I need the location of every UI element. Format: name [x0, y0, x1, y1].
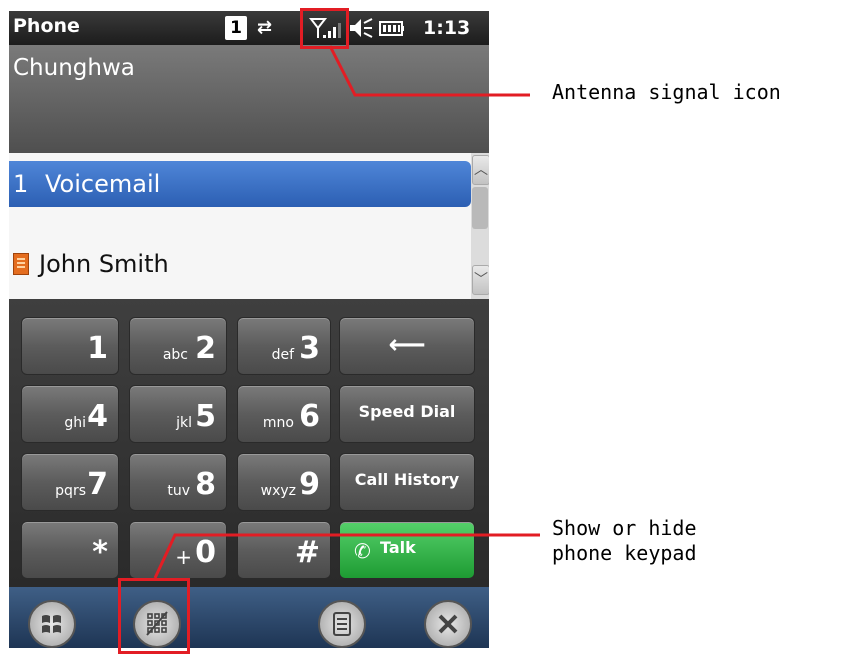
antenna-annotation: Antenna signal icon	[552, 80, 781, 104]
antenna-callout-line	[328, 45, 530, 97]
keypad-annotation-line1: Show or hide	[552, 516, 697, 540]
keypad-callout-box	[118, 578, 190, 654]
keypad-annotation-line2: phone keypad	[552, 541, 697, 565]
keypad-callout-line	[153, 533, 540, 579]
